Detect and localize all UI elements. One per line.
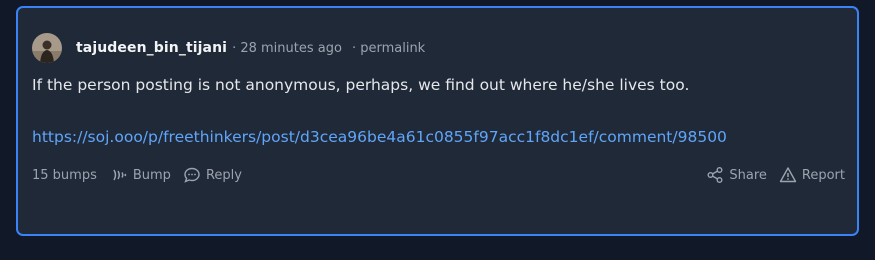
warning-triangle-icon [779, 167, 797, 183]
reply-button[interactable]: Reply [183, 166, 242, 184]
report-button[interactable]: Report [779, 166, 845, 184]
user-avatar[interactable] [32, 33, 62, 63]
speech-bubble-icon [184, 167, 200, 183]
report-label: Report [801, 167, 845, 183]
username[interactable]: tajudeen_bin_tijani [76, 40, 227, 56]
comment-actions-left: 15 bumps Bump Reply [32, 164, 242, 186]
bump-button[interactable]: Bump [112, 168, 171, 183]
bump-label: Bump [132, 167, 171, 183]
comment-header: tajudeen_bin_tijani · 28 minutes ago · p… [32, 32, 425, 64]
share-button[interactable]: Share [706, 166, 767, 184]
bump-count: 15 bumps [32, 167, 97, 183]
comment-url-link[interactable]: https://soj.ooo/p/freethinkers/post/d3ce… [32, 128, 727, 146]
share-nodes-icon [707, 167, 723, 183]
comment-timestamp: · 28 minutes ago [232, 40, 342, 56]
permalink-link[interactable]: · permalink [352, 41, 425, 56]
comment-body: If the person posting is not anonymous, … [32, 76, 690, 94]
comment-actions-right: Share Report [706, 164, 845, 186]
signal-wave-icon [113, 169, 127, 181]
share-label: Share [729, 167, 767, 183]
reply-label: Reply [205, 167, 242, 183]
